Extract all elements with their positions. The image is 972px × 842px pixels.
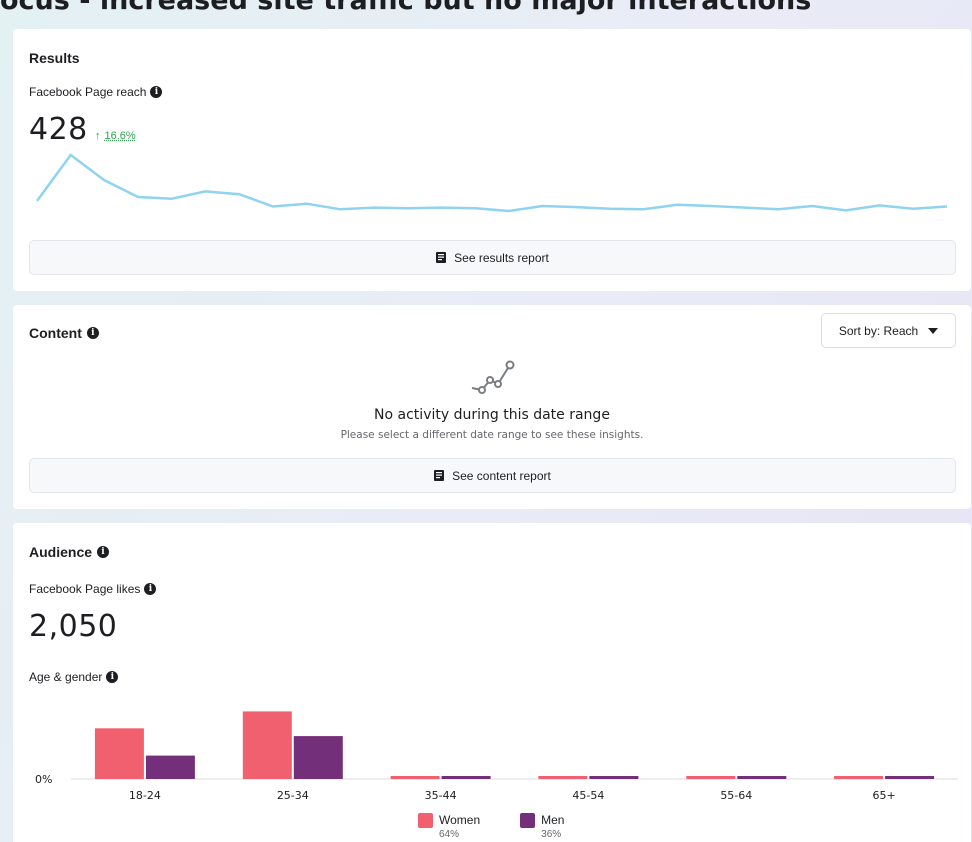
x-tick-label: 18-24: [129, 789, 161, 802]
bar-women-35-44[interactable]: [390, 776, 440, 779]
reach-delta[interactable]: ↑ 16.6%: [95, 130, 136, 142]
bar-men-65+[interactable]: [885, 776, 935, 779]
page-likes-value: 2,050: [29, 609, 118, 644]
page-reach-value: 428: [29, 112, 88, 147]
page-likes-label: Facebook Page likes i: [29, 582, 157, 596]
info-icon[interactable]: i: [150, 86, 163, 98]
age-gender-label: Age & gender i: [29, 670, 119, 684]
legend-men[interactable]: Men 36%: [520, 813, 564, 840]
bar-men-18-24[interactable]: [145, 755, 195, 779]
bar-men-45-54[interactable]: [589, 776, 639, 779]
report-book-icon: [436, 252, 447, 263]
legend-women[interactable]: Women 64%: [418, 813, 480, 840]
content-card: Content i Sort by: Reach No activity dur…: [13, 305, 971, 509]
reach-line-chart: [35, 153, 948, 213]
bar-women-65+[interactable]: [834, 776, 884, 779]
bar-women-25-34[interactable]: [242, 711, 292, 779]
see-content-report-button[interactable]: See content report: [29, 458, 956, 493]
men-swatch: [520, 813, 536, 828]
bar-women-55-64[interactable]: [686, 776, 736, 779]
reach-delta-percent: 16.6%: [104, 130, 136, 142]
chart-legend: Women 64% Men 36%: [418, 813, 564, 840]
empty-state-subtitle: Please select a different date range to …: [340, 429, 644, 441]
report-book-icon: [434, 470, 445, 481]
x-tick-label: 25-34: [277, 789, 309, 802]
bar-men-55-64[interactable]: [737, 776, 787, 779]
audience-title: Audience i: [29, 544, 110, 560]
reach-series-line: [35, 153, 948, 213]
audience-card: Audience i Facebook Page likes i 2,050 A…: [13, 523, 971, 842]
bar-men-25-34[interactable]: [293, 736, 343, 779]
bar-women-18-24[interactable]: [94, 728, 144, 779]
y-tick-label: 0%: [35, 773, 52, 786]
results-title: Results: [29, 50, 80, 66]
info-icon[interactable]: i: [106, 671, 119, 683]
info-icon[interactable]: i: [97, 546, 110, 558]
sort-dropdown[interactable]: Sort by: Reach: [821, 313, 956, 348]
info-icon[interactable]: i: [86, 327, 99, 339]
x-tick-label: 65+: [872, 789, 895, 802]
arrow-up-icon: ↑: [95, 130, 101, 142]
x-tick-label: 45-54: [572, 789, 604, 802]
bar-women-45-54[interactable]: [538, 776, 588, 779]
caret-down-icon: [928, 327, 939, 334]
x-tick-label: 35-44: [425, 789, 457, 802]
page-reach-label: Facebook Page reach i: [29, 85, 163, 99]
content-title: Content i: [29, 325, 99, 341]
page-caption: ocus - increased site traffic but no maj…: [0, 0, 812, 16]
trend-line-icon: [471, 360, 515, 394]
results-card: Results Facebook Page reach i 428 ↑ 16.6…: [13, 29, 971, 291]
age-gender-bar-chart: 0% 18-24 25-34 35-44 45-54 55-64 65+: [35, 711, 958, 802]
empty-state-title: No activity during this date range: [374, 407, 610, 423]
bar-men-35-44[interactable]: [441, 776, 491, 779]
see-results-report-button[interactable]: See results report: [29, 240, 956, 275]
women-swatch: [418, 813, 433, 828]
info-icon[interactable]: i: [144, 583, 157, 595]
x-tick-label: 55-64: [720, 789, 752, 802]
